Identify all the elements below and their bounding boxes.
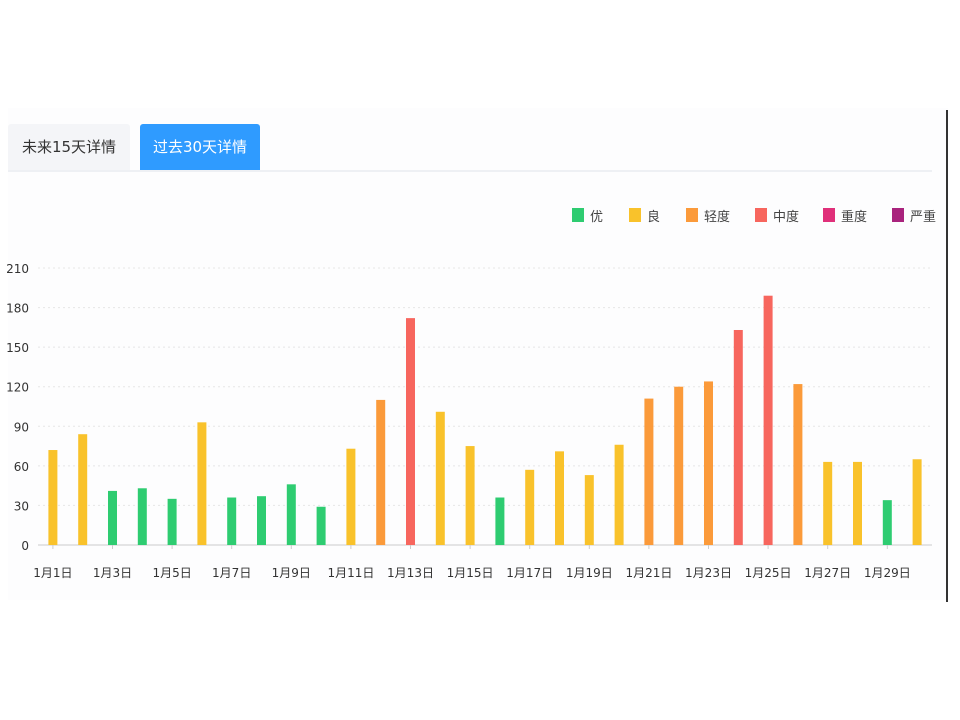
bar bbox=[525, 469, 535, 545]
legend-label: 良 bbox=[647, 209, 660, 225]
legend-label: 重度 bbox=[841, 209, 867, 225]
y-tick-label: 30 bbox=[14, 499, 29, 513]
bar bbox=[614, 444, 624, 545]
bar bbox=[48, 450, 58, 545]
bar bbox=[406, 318, 415, 545]
bar bbox=[763, 295, 773, 545]
bar bbox=[197, 422, 207, 545]
x-tick-label: 1月13日 bbox=[387, 566, 434, 580]
bar bbox=[257, 496, 266, 545]
bar bbox=[435, 411, 445, 545]
legend-swatch bbox=[823, 208, 835, 222]
y-tick-label: 150 bbox=[6, 341, 29, 355]
legend-swatch bbox=[892, 208, 904, 222]
bar bbox=[912, 459, 922, 545]
bar bbox=[316, 506, 326, 545]
bar bbox=[286, 484, 296, 545]
y-tick-label: 90 bbox=[14, 420, 29, 434]
aqi-bar-chart: 优 良 轻度 中度 重度 严重 0 30 60 90 120 150 180 210 1月1日 1月3日 1月5… bbox=[6, 208, 936, 580]
legend-label: 中度 bbox=[773, 209, 799, 225]
x-tick-label: 1月19日 bbox=[566, 566, 613, 580]
bar bbox=[823, 461, 833, 545]
legend-swatch bbox=[755, 208, 767, 222]
bar bbox=[704, 381, 713, 545]
bar bbox=[555, 451, 564, 545]
bar bbox=[853, 461, 862, 545]
bar bbox=[78, 434, 88, 545]
bar bbox=[793, 384, 803, 545]
x-tick-label: 1月1日 bbox=[33, 566, 72, 580]
bar bbox=[108, 490, 117, 545]
x-tick-label: 1月25日 bbox=[745, 566, 792, 580]
x-tick-label: 1月7日 bbox=[212, 566, 251, 580]
x-tick-label: 1月5日 bbox=[152, 566, 191, 580]
legend-label: 优 bbox=[590, 210, 603, 225]
bar bbox=[495, 497, 505, 545]
legend-swatch bbox=[629, 208, 641, 222]
y-tick-label: 210 bbox=[6, 262, 29, 276]
bar bbox=[227, 497, 237, 545]
x-tick-label: 1月15日 bbox=[447, 566, 494, 580]
legend-swatch bbox=[572, 208, 584, 222]
x-tick-label: 1月11日 bbox=[327, 566, 374, 580]
x-tick-label: 1月3日 bbox=[93, 566, 132, 580]
bar bbox=[882, 500, 892, 545]
legend-label: 严重 bbox=[910, 209, 936, 225]
x-tick-label: 1月17日 bbox=[506, 566, 553, 580]
bar bbox=[137, 488, 147, 545]
y-tick-label: 180 bbox=[6, 302, 29, 316]
x-tick-label: 1月9日 bbox=[272, 566, 311, 580]
bar bbox=[167, 498, 177, 545]
bar bbox=[584, 475, 594, 545]
bar bbox=[465, 446, 475, 545]
y-tick-label: 0 bbox=[21, 539, 29, 553]
bar bbox=[674, 386, 684, 545]
x-tick-label: 1月29日 bbox=[864, 566, 911, 580]
y-tick-label: 60 bbox=[14, 460, 29, 474]
bar bbox=[346, 448, 356, 545]
x-tick-label: 1月23日 bbox=[685, 566, 732, 580]
bar bbox=[733, 329, 743, 545]
bar bbox=[376, 399, 386, 545]
y-tick-label: 120 bbox=[6, 381, 29, 395]
bar bbox=[644, 398, 654, 545]
x-tick-label: 1月21日 bbox=[625, 566, 672, 580]
legend-label: 轻度 bbox=[704, 209, 730, 225]
legend-swatch bbox=[686, 208, 698, 222]
x-tick-label: 1月27日 bbox=[804, 566, 851, 580]
